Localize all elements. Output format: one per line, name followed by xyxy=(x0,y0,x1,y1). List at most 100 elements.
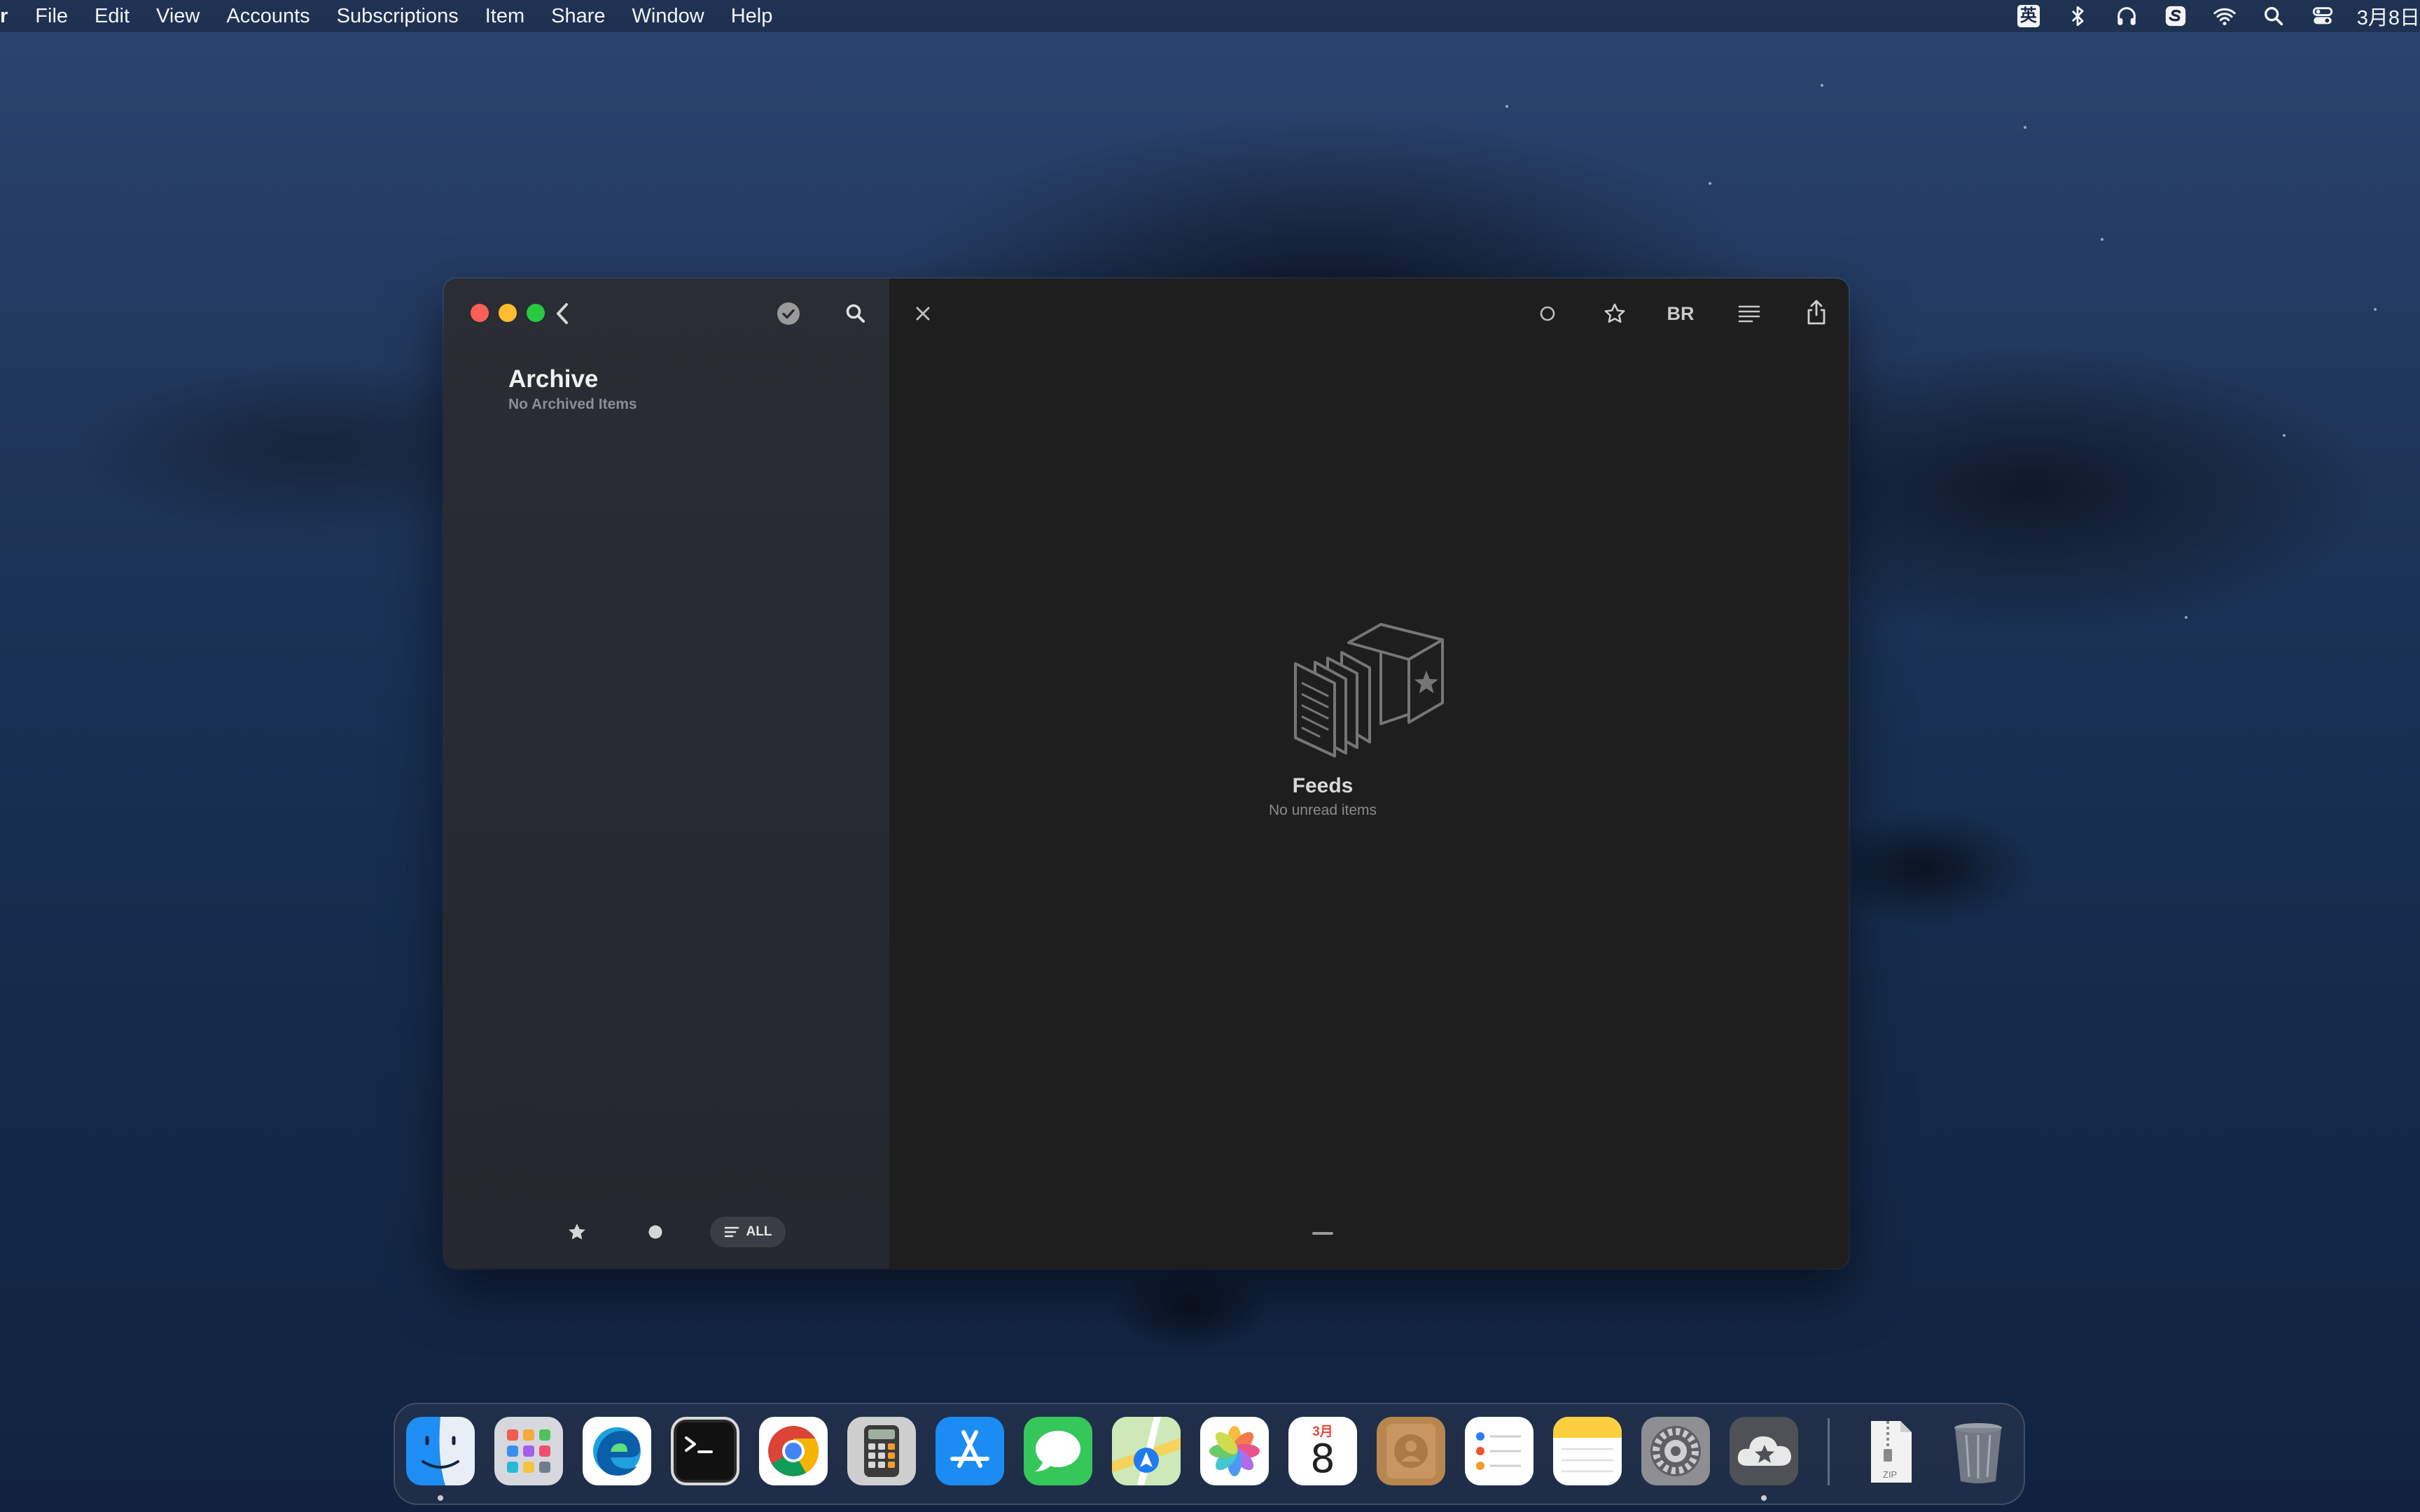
photos-flower-icon xyxy=(1209,1426,1260,1476)
menu-accounts[interactable]: Accounts xyxy=(213,0,323,32)
star-outline-icon xyxy=(1604,303,1625,323)
zip-file-label: ZIP xyxy=(1882,1469,1898,1480)
dock-finder[interactable] xyxy=(406,1417,475,1485)
menu-view[interactable]: View xyxy=(143,0,213,32)
dock-trash[interactable] xyxy=(1944,1417,2012,1485)
star-dot xyxy=(2283,434,2286,437)
mark-all-read-button[interactable] xyxy=(773,298,804,329)
terminal-prompt-icon xyxy=(676,1422,734,1480)
menu-share[interactable]: Share xyxy=(538,0,618,32)
text-lines-icon xyxy=(1738,305,1760,323)
chevron-left-icon xyxy=(557,303,568,324)
search-icon xyxy=(846,304,865,323)
desktop-wallpaper: r File Edit View Accounts Subscriptions … xyxy=(0,0,2420,1512)
maps-icon xyxy=(1112,1417,1181,1485)
menu-app-name[interactable]: r xyxy=(0,0,22,32)
menu-edit[interactable]: Edit xyxy=(81,0,143,32)
close-article-button[interactable] xyxy=(908,298,938,329)
share-icon xyxy=(1807,300,1826,325)
chrome-browser-icon xyxy=(768,1426,819,1476)
star-dot xyxy=(2185,616,2188,619)
launchpad-grid-icon xyxy=(507,1429,550,1473)
dock-calculator[interactable] xyxy=(847,1417,916,1485)
contacts-person-icon xyxy=(1386,1424,1435,1478)
dock-app-store[interactable] xyxy=(936,1417,1004,1485)
reeder-running-indicator xyxy=(1761,1495,1767,1501)
reminders-list-icon xyxy=(1476,1432,1521,1470)
menu-help[interactable]: Help xyxy=(718,0,786,32)
star-dot xyxy=(1821,84,1823,87)
empty-state-subtitle: No unread items xyxy=(1268,802,1377,818)
sougou-icon[interactable] xyxy=(2151,0,2200,32)
checkmark-circle-icon xyxy=(777,302,800,325)
gear-icon xyxy=(1650,1426,1701,1476)
page-title: Archive xyxy=(508,365,599,393)
bionic-reading-button[interactable]: BR xyxy=(1660,298,1702,329)
menu-bar-status-area: 英 3月8日 xyxy=(2004,0,2420,32)
back-button[interactable] xyxy=(549,300,577,328)
dock-chrome[interactable] xyxy=(759,1417,828,1485)
dock-reminders[interactable] xyxy=(1465,1417,1534,1485)
dock-system-preferences[interactable] xyxy=(1641,1417,1710,1485)
input-method-icon[interactable]: 英 xyxy=(2004,0,2053,32)
dock-calendar[interactable]: 3月 8 xyxy=(1288,1417,1357,1485)
dock-maps[interactable] xyxy=(1112,1417,1181,1485)
dock-notes[interactable] xyxy=(1553,1417,1622,1485)
close-icon xyxy=(916,307,930,321)
dock-separator xyxy=(1828,1418,1830,1485)
star-dot xyxy=(1505,105,1508,108)
headphones-icon[interactable] xyxy=(2102,0,2151,32)
star-article-button[interactable] xyxy=(1599,298,1630,329)
edge-browser-icon xyxy=(593,1427,641,1476)
dock-terminal[interactable] xyxy=(671,1417,739,1485)
empty-state-title: Feeds xyxy=(1292,774,1354,797)
menu-window[interactable]: Window xyxy=(619,0,718,32)
reader-view-button[interactable] xyxy=(1734,298,1765,329)
calendar-day: 8 xyxy=(1310,1436,1335,1482)
finder-icon xyxy=(406,1417,475,1485)
spotlight-search-icon[interactable] xyxy=(2249,0,2298,32)
window-close-button[interactable] xyxy=(471,304,489,322)
reeder-cloud-star-icon xyxy=(1737,1436,1791,1466)
unread-circle-icon xyxy=(1540,306,1555,321)
unread-dot-icon xyxy=(648,1225,662,1239)
menu-file[interactable]: File xyxy=(22,0,81,32)
menu-bar-date[interactable]: 3月8日 xyxy=(2347,1,2420,31)
dock-edge[interactable] xyxy=(583,1417,651,1485)
search-button[interactable] xyxy=(840,298,871,329)
notes-pad-icon xyxy=(1553,1417,1622,1473)
dock-launchpad[interactable] xyxy=(494,1417,563,1485)
wifi-icon[interactable] xyxy=(2200,0,2249,32)
dock-zip-archive[interactable]: ZIP xyxy=(1856,1417,1924,1485)
trash-icon xyxy=(1954,1423,2002,1483)
filter-unread-button[interactable] xyxy=(640,1217,671,1247)
input-method-label: 英 xyxy=(2017,5,2040,27)
pane-resize-handle[interactable] xyxy=(1312,1232,1333,1235)
mark-read-toggle-button[interactable] xyxy=(1532,298,1563,329)
list-lines-icon xyxy=(724,1226,739,1238)
menu-item[interactable]: Item xyxy=(472,0,538,32)
dock-reeder[interactable] xyxy=(1730,1417,1798,1485)
control-center-icon[interactable] xyxy=(2298,0,2347,32)
star-dot xyxy=(2374,308,2377,311)
star-filled-icon xyxy=(569,1224,585,1240)
bluetooth-icon[interactable] xyxy=(2053,0,2102,32)
window-zoom-button[interactable] xyxy=(527,304,545,322)
sidebar-pane: Archive No Archived Items ALL xyxy=(444,279,889,1268)
filter-starred-button[interactable] xyxy=(562,1217,592,1247)
finder-running-indicator xyxy=(438,1495,443,1501)
filter-all-label: ALL xyxy=(746,1224,772,1239)
filter-all-button[interactable]: ALL xyxy=(710,1217,786,1247)
star-dot xyxy=(1709,182,1711,185)
dock-contacts[interactable] xyxy=(1377,1417,1445,1485)
calculator-icon xyxy=(864,1425,899,1477)
menu-subscriptions[interactable]: Subscriptions xyxy=(324,0,472,32)
messages-bubble-icon xyxy=(1035,1431,1080,1471)
star-dot xyxy=(2024,126,2026,129)
article-pane: BR Feeds No unread items xyxy=(889,279,1849,1268)
dock-messages[interactable] xyxy=(1024,1417,1092,1485)
share-button[interactable] xyxy=(1801,295,1832,329)
star-dot xyxy=(2101,238,2103,241)
dock-photos[interactable] xyxy=(1200,1417,1269,1485)
window-minimize-button[interactable] xyxy=(499,304,517,322)
